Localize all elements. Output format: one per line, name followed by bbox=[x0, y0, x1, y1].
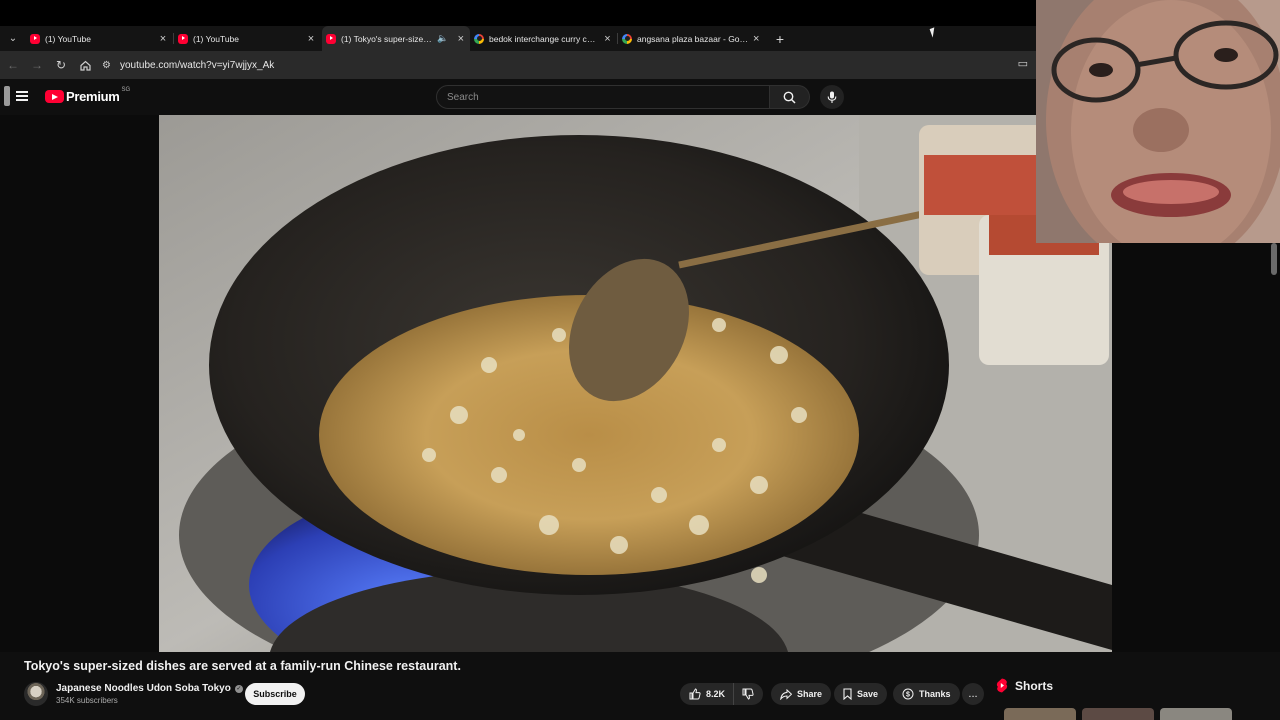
browser-tab[interactable]: (1) YouTube × bbox=[26, 26, 174, 51]
omnibox[interactable]: ⚙ youtube.com/watch?v=yi7wjjyx_Ak bbox=[102, 54, 982, 76]
browser-tab[interactable]: angsana plaza bazaar - Google Search × bbox=[618, 26, 766, 51]
speaker-icon[interactable]: 🔈 bbox=[437, 33, 448, 44]
save-button[interactable]: Save bbox=[834, 683, 888, 705]
tab-search-button[interactable]: ⌄ bbox=[0, 26, 26, 51]
shorts-icon bbox=[996, 678, 1008, 693]
cast-icon[interactable]: ▭ bbox=[1018, 57, 1028, 70]
address-bar: ← → ↻ ⚙ youtube.com/watch?v=yi7wjjyx_Ak … bbox=[0, 51, 1036, 79]
search-button[interactable] bbox=[770, 85, 810, 109]
thumbs-down-icon bbox=[742, 688, 754, 700]
tab-title: angsana plaza bazaar - Google Search bbox=[637, 33, 748, 44]
video-player[interactable] bbox=[159, 115, 1112, 652]
video-frame-wok-image bbox=[159, 115, 1112, 652]
reload-icon: ↻ bbox=[55, 58, 67, 72]
thanks-label: Thanks bbox=[919, 689, 951, 699]
share-button[interactable]: Share bbox=[771, 683, 832, 705]
like-button[interactable]: 8.2K bbox=[680, 683, 735, 705]
new-tab-button[interactable]: + bbox=[770, 31, 790, 47]
reload-button[interactable]: ↻ bbox=[50, 54, 72, 76]
youtube-logo-icon bbox=[45, 90, 64, 103]
logo-text: Premium bbox=[66, 89, 120, 104]
subscriber-count: 354K subscribers bbox=[56, 696, 118, 705]
save-label: Save bbox=[857, 689, 879, 699]
region-code: SG bbox=[121, 86, 131, 93]
webcam-face-image bbox=[1036, 0, 1280, 243]
tab-title: (1) YouTube bbox=[45, 33, 91, 44]
shorts-thumbnail-row bbox=[1004, 708, 1238, 720]
channel-avatar[interactable] bbox=[24, 682, 48, 706]
close-icon[interactable]: × bbox=[306, 33, 316, 45]
search-icon bbox=[783, 91, 796, 104]
plus-icon: + bbox=[775, 30, 785, 47]
youtube-premium-logo[interactable]: Premium SG bbox=[45, 86, 131, 104]
arrow-left-icon: ← bbox=[7, 58, 19, 72]
voice-search-button[interactable] bbox=[820, 85, 844, 109]
tab-title: (1) Tokyo's super-sized dishes are serve… bbox=[341, 33, 432, 44]
browser-tab-active[interactable]: (1) Tokyo's super-sized dishes are serve… bbox=[322, 26, 470, 51]
youtube-masthead: Premium SG bbox=[0, 79, 1036, 115]
page-edge-handle bbox=[4, 86, 10, 106]
close-icon[interactable]: × bbox=[603, 33, 612, 45]
tab-title: bedok interchange curry chicken bbox=[489, 33, 599, 44]
verified-icon: ✓ bbox=[234, 684, 243, 693]
super-thanks-icon: $ bbox=[902, 688, 914, 700]
google-icon bbox=[474, 33, 484, 44]
youtube-icon bbox=[178, 33, 188, 44]
home-icon bbox=[79, 60, 91, 71]
like-dislike-bar: 8.2K bbox=[680, 683, 764, 705]
video-title: Tokyo's super-sized dishes are served at… bbox=[24, 659, 461, 673]
site-info-icon[interactable]: ⚙ bbox=[102, 60, 116, 71]
browser-tab[interactable]: (1) YouTube × bbox=[174, 26, 322, 51]
url-text[interactable]: youtube.com/watch?v=yi7wjjyx_Ak bbox=[120, 60, 274, 71]
channel-owner: Japanese Noodles Udon Soba Tokyo ✓ 354K … bbox=[24, 681, 243, 707]
page-scrollbar-thumb[interactable] bbox=[1271, 243, 1277, 275]
arrow-right-icon: → bbox=[31, 58, 43, 72]
search-box bbox=[436, 85, 810, 109]
share-icon bbox=[780, 688, 792, 700]
youtube-icon bbox=[30, 33, 40, 44]
search-input[interactable] bbox=[436, 85, 770, 109]
home-button[interactable] bbox=[74, 54, 96, 76]
channel-name-row: Japanese Noodles Udon Soba Tokyo ✓ bbox=[56, 683, 243, 694]
shorts-label: Shorts bbox=[1015, 678, 1054, 693]
shorts-header[interactable]: Shorts bbox=[996, 678, 1053, 693]
tab-title: (1) YouTube bbox=[193, 33, 239, 44]
thumbs-up-icon bbox=[689, 688, 701, 700]
webcam-overlay bbox=[1036, 0, 1280, 243]
close-icon[interactable]: × bbox=[458, 33, 464, 45]
shorts-thumbnail[interactable] bbox=[1082, 708, 1154, 720]
chevron-down-icon: ⌄ bbox=[8, 33, 18, 44]
subscribe-button[interactable]: Subscribe bbox=[245, 683, 305, 705]
google-icon bbox=[622, 33, 632, 44]
more-actions-button[interactable]: ... bbox=[962, 683, 984, 705]
youtube-icon bbox=[326, 33, 336, 44]
thanks-button[interactable]: $ Thanks bbox=[893, 683, 960, 705]
microphone-icon bbox=[827, 91, 837, 103]
share-label: Share bbox=[797, 689, 823, 699]
svg-text:$: $ bbox=[906, 692, 910, 699]
more-horizontal-icon: ... bbox=[968, 688, 978, 700]
menu-icon[interactable] bbox=[16, 91, 28, 101]
close-icon[interactable]: × bbox=[752, 33, 760, 45]
dislike-button[interactable] bbox=[734, 683, 763, 705]
browser-tab[interactable]: bedok interchange curry chicken × bbox=[470, 26, 618, 51]
shorts-thumbnail[interactable] bbox=[1160, 708, 1232, 720]
close-icon[interactable]: × bbox=[158, 33, 168, 45]
channel-meta: Japanese Noodles Udon Soba Tokyo ✓ 354K … bbox=[56, 683, 243, 705]
bookmark-icon bbox=[843, 688, 852, 700]
shorts-thumbnail[interactable] bbox=[1004, 708, 1076, 720]
channel-name[interactable]: Japanese Noodles Udon Soba Tokyo bbox=[56, 683, 231, 694]
tab-strip: ⌄ (1) YouTube × (1) YouTube × (1) Tokyo'… bbox=[0, 26, 1036, 51]
like-count: 8.2K bbox=[706, 689, 726, 699]
forward-button[interactable]: → bbox=[26, 54, 48, 76]
back-button[interactable]: ← bbox=[2, 54, 24, 76]
